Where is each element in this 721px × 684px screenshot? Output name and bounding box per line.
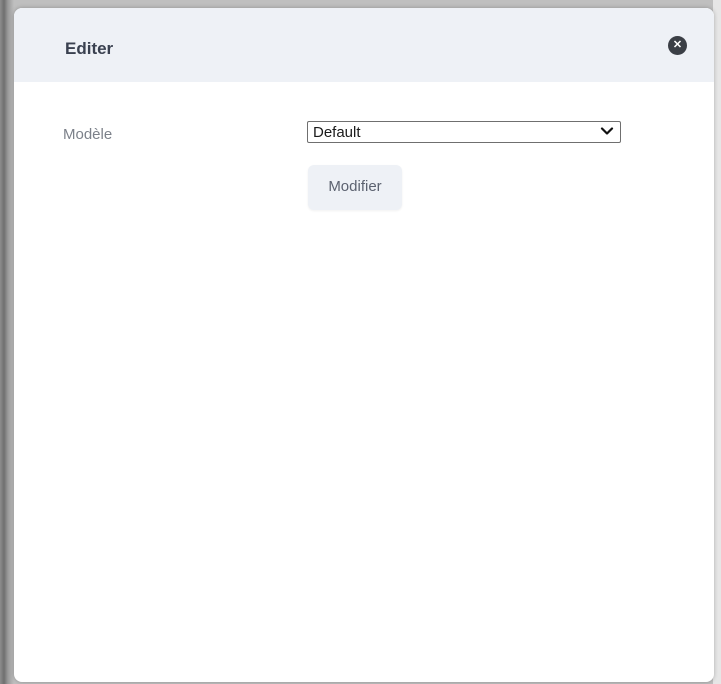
modify-button-label: Modifier — [328, 178, 382, 195]
modify-button[interactable]: Modifier — [308, 165, 402, 210]
model-select[interactable]: Default — [307, 121, 621, 143]
model-select-value: Default — [313, 124, 361, 141]
model-label: Modèle — [63, 126, 113, 143]
edit-dialog: Editer ✕ Modèle Default Modifier — [14, 8, 714, 682]
dialog-header: Editer ✕ — [14, 8, 714, 82]
backdrop-edge — [713, 0, 721, 684]
close-icon[interactable]: ✕ — [668, 36, 687, 55]
chevron-down-icon — [600, 127, 614, 135]
dialog-title: Editer — [65, 39, 114, 58]
